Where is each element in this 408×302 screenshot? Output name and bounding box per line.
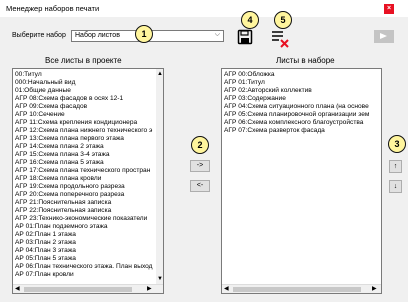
list-item[interactable]: АГР 09:Схема фасадов <box>13 103 156 111</box>
scroll-up-icon[interactable]: ▲ <box>157 71 163 77</box>
list-item[interactable]: АГР 20:Схема поперечного разреза <box>13 191 156 199</box>
callout-badge-5: 5 <box>274 11 292 29</box>
list-item[interactable]: АГР 06:Схема комплексного благоустройств… <box>222 119 381 127</box>
set-sheets-listbox[interactable]: АГР 00:Обложка АГР 01:Титул АГР 02:Авторск… <box>221 68 382 294</box>
horizontal-scrollbar[interactable]: ◀ ▶ <box>13 284 163 293</box>
list-item[interactable]: АГР 15:Схема плана 3-4 этажа <box>13 151 156 159</box>
list-item[interactable]: АР 01:План подземного этажа <box>13 223 156 231</box>
move-down-button[interactable]: ↓ <box>389 180 402 193</box>
list-item[interactable]: 000:Начальный вид <box>13 79 156 87</box>
close-button[interactable]: × <box>384 4 394 14</box>
set-selector-label: Выберите набор <box>12 32 66 39</box>
list-item[interactable]: АГР 19:Схема продольного разреза <box>13 183 156 191</box>
list-item[interactable]: АГР 21:Пояснительная записка <box>13 199 156 207</box>
play-icon <box>380 33 387 39</box>
list-item[interactable]: АГР 13:Схема плана первого этажа <box>13 135 156 143</box>
list-item[interactable]: АР 05:План 5 этажа <box>13 255 156 263</box>
clear-list-icon[interactable] <box>270 28 290 48</box>
title-bar: Менеджер наборов печати × <box>0 0 408 17</box>
list-item[interactable]: АР 04:План 3 этажа <box>13 247 156 255</box>
window-title: Менеджер наборов печати <box>6 4 100 13</box>
vertical-scrollbar[interactable]: ▲ ▼ <box>156 69 163 284</box>
callout-badge-4: 4 <box>241 11 259 29</box>
set-sheets-list: АГР 00:Обложка АГР 01:Титул АГР 02:Авторск… <box>222 71 381 135</box>
list-item[interactable]: АР 06:План технического этажа. План выхо… <box>13 263 156 271</box>
list-item[interactable]: АГР 10:Сечение <box>13 111 156 119</box>
all-sheets-listbox[interactable]: 00:Титул 000:Начальный вид 01:Общие данные… <box>12 68 164 294</box>
list-item[interactable]: АГР 07:Схема разверток фасада <box>222 127 381 135</box>
list-item[interactable]: АГР 00:Обложка <box>222 71 381 79</box>
scrollbar-thumb[interactable] <box>233 287 361 292</box>
set-selector-value: Набор листов <box>75 32 120 39</box>
list-item[interactable]: АГР 17:Схема плана технического простран <box>13 167 156 175</box>
list-item[interactable]: 01:Общие данные <box>13 87 156 95</box>
list-item[interactable]: АР 02:План 1 этажа <box>13 231 156 239</box>
all-sheets-title: Все листы в проекте <box>45 56 122 65</box>
add-to-set-button[interactable]: -> <box>190 160 210 172</box>
scroll-right-icon[interactable]: ▶ <box>147 285 152 292</box>
list-item[interactable]: АГР 22:Пояснительная записка <box>13 207 156 215</box>
list-item[interactable]: АГР 08:Схема фасадов в осях 12-1 <box>13 95 156 103</box>
list-item[interactable]: АГР 18:Схема плана кровли <box>13 175 156 183</box>
list-item[interactable]: АГР 16:Схема плана 5 этажа <box>13 159 156 167</box>
play-button[interactable] <box>374 30 394 43</box>
list-item[interactable]: АГР 05:Схема планировочной организации з… <box>222 111 381 119</box>
scroll-down-icon[interactable]: ▼ <box>157 276 163 282</box>
list-item[interactable]: АР 07:План кровли <box>13 271 156 279</box>
list-item[interactable]: АГР 01:Титул <box>222 79 381 87</box>
scroll-right-icon[interactable]: ▶ <box>372 285 377 292</box>
list-item[interactable]: АГР 02:Авторский коллектив <box>222 87 381 95</box>
save-icon[interactable] <box>237 29 253 45</box>
scroll-left-icon[interactable]: ◀ <box>15 285 20 292</box>
list-item[interactable]: АГР 14:Схема плана 2 этажа <box>13 143 156 151</box>
chevron-down-icon[interactable]: ⌵ <box>215 31 220 39</box>
remove-from-set-button[interactable]: <- <box>190 180 210 192</box>
list-item[interactable]: АГР 12:Схема плана нижнего технического … <box>13 127 156 135</box>
set-sheets-title: Листы в наборе <box>276 56 335 65</box>
scrollbar-thumb[interactable] <box>24 287 132 292</box>
all-sheets-list: 00:Титул 000:Начальный вид 01:Общие данные… <box>13 71 156 279</box>
horizontal-scrollbar[interactable]: ◀ ▶ <box>222 284 381 293</box>
callout-badge-1: 1 <box>135 25 153 43</box>
callout-badge-2: 2 <box>191 136 209 154</box>
list-item[interactable]: АГР 03:Содержание <box>222 95 381 103</box>
callout-badge-3: 3 <box>388 135 406 153</box>
list-item[interactable]: АГР 04:Схема ситуационного плана (на осн… <box>222 103 381 111</box>
list-item[interactable]: АГР 11:Схема крепления кондиционера <box>13 119 156 127</box>
list-item[interactable]: АР 03:План 2 этажа <box>13 239 156 247</box>
move-up-button[interactable]: ↑ <box>389 160 402 173</box>
list-item[interactable]: 00:Титул <box>13 71 156 79</box>
list-item[interactable]: АГР 23:Технико-экономические показатели <box>13 215 156 223</box>
scroll-left-icon[interactable]: ◀ <box>224 285 229 292</box>
